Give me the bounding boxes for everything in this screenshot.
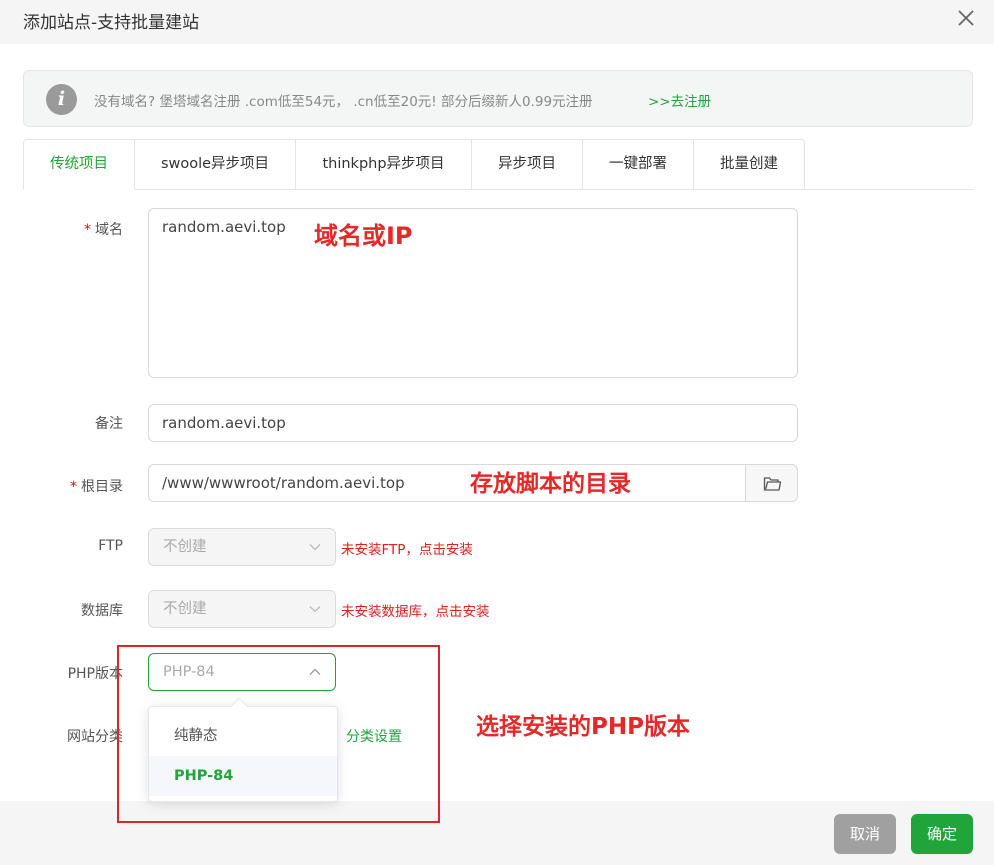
ftp-label: FTP: [98, 538, 123, 554]
folder-icon: [763, 477, 782, 491]
banner-text: 没有域名? 堡塔域名注册 .com低至54元， .cn低至20元! 部分后缀新人…: [94, 94, 593, 110]
domain-annotation: 域名或IP: [314, 222, 413, 250]
ftp-select-value: 不创建: [163, 539, 207, 555]
info-icon: i: [46, 84, 77, 115]
install-ftp-link[interactable]: 未安装FTP，点击安装: [341, 538, 473, 558]
domain-promo-banner: i 没有域名? 堡塔域名注册 .com低至54元， .cn低至20元! 部分后缀…: [23, 70, 973, 127]
tab-batch-create[interactable]: 批量创建: [694, 139, 805, 190]
php-version-label: PHP版本: [67, 666, 123, 682]
root-dir-input[interactable]: /www/wwwroot/random.aevi.top: [148, 464, 746, 502]
required-mark: *: [84, 222, 91, 238]
install-database-link[interactable]: 未安装数据库，点击安装: [341, 600, 490, 620]
database-select-value: 不创建: [163, 601, 207, 617]
browse-folder-button[interactable]: [745, 464, 798, 502]
php-annotation: 选择安装的PHP版本: [476, 714, 690, 740]
root-dir-label: * 根目录: [70, 479, 123, 495]
required-mark: *: [70, 479, 77, 495]
confirm-button[interactable]: 确定: [911, 814, 973, 854]
database-label: 数据库: [81, 603, 123, 619]
tab-swoole-project[interactable]: swoole异步项目: [135, 139, 296, 190]
dialog-title: 添加站点-支持批量建站: [23, 13, 200, 33]
remark-label: 备注: [95, 416, 123, 432]
domain-textarea[interactable]: random.aevi.top: [148, 208, 798, 378]
domain-label: * 域名: [84, 222, 123, 238]
add-site-dialog: 添加站点-支持批量建站 i 没有域名? 堡塔域名注册 .com低至54元， .c…: [0, 0, 994, 865]
root-dir-annotation: 存放脚本的目录: [470, 471, 631, 497]
chevron-down-icon: [309, 606, 321, 613]
remark-input[interactable]: random.aevi.top: [148, 404, 798, 442]
cancel-button[interactable]: 取消: [834, 814, 896, 854]
annotation-highlight-box: [117, 645, 440, 823]
ftp-select[interactable]: 不创建: [148, 528, 336, 566]
tab-traditional-project[interactable]: 传统项目: [23, 139, 135, 190]
database-select[interactable]: 不创建: [148, 590, 336, 628]
tab-thinkphp-project[interactable]: thinkphp异步项目: [296, 139, 472, 190]
dialog-header: 添加站点-支持批量建站: [0, 0, 994, 44]
tab-async-project[interactable]: 异步项目: [472, 139, 583, 190]
tab-one-click-deploy[interactable]: 一键部署: [583, 139, 694, 190]
chevron-down-icon: [309, 544, 321, 551]
register-domain-link[interactable]: >>去注册: [648, 90, 711, 110]
close-icon[interactable]: [954, 6, 978, 30]
site-category-label: 网站分类: [67, 729, 123, 745]
